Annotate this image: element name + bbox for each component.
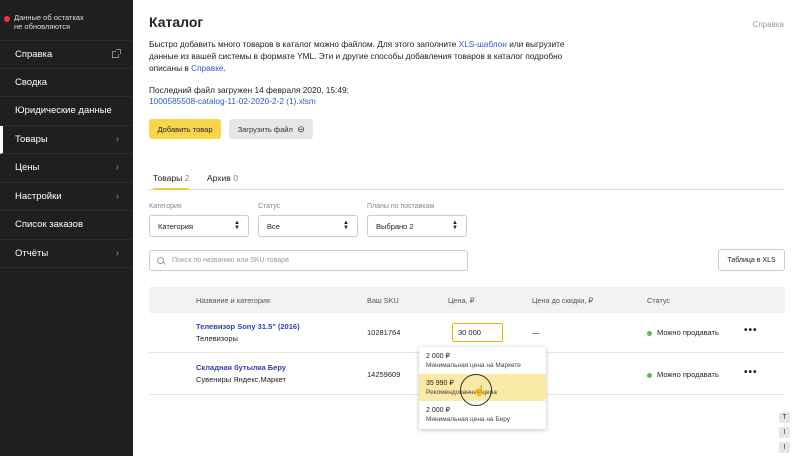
chevron-right-icon: › (115, 190, 119, 202)
external-link-icon (112, 48, 121, 58)
column-header: Ваш SKU (367, 296, 399, 305)
suggestion-description: Минимальная цена на Маркете (426, 362, 521, 369)
search-placeholder: Поиск по названию или SKU товара (172, 257, 289, 264)
product-category: Телевизоры (196, 334, 238, 343)
column-header: Название и категория (196, 296, 270, 305)
product-sku: 14259609 (367, 370, 401, 379)
sidebar-item-summary[interactable]: Сводка (0, 69, 133, 97)
help-link[interactable]: Справка (753, 20, 784, 29)
upload-file-button[interactable]: Загрузить файл ⊘ (229, 119, 313, 139)
tab-products[interactable]: Товары 2 (153, 173, 190, 190)
product-sku: 10281764 (367, 328, 401, 337)
tab-label: Товары (153, 173, 183, 183)
status-filter-label: Статус (258, 203, 281, 210)
stock-status-alert: Данные об остатках не обновляются (0, 0, 133, 40)
chevron-right-icon: › (115, 247, 119, 259)
sidebar-item-orders[interactable]: Список заказов (0, 211, 133, 240)
sidebar-item-prices[interactable]: Цены › (0, 154, 133, 183)
hand-cursor-icon: ☝ (473, 386, 486, 397)
side-toolbar: T I I (779, 412, 790, 456)
chevron-right-icon: › (115, 133, 119, 145)
tab-count: 0 (233, 173, 238, 183)
last-file-link[interactable]: 1000585508-catalog-11-02-2020-2-2 (1).xl… (149, 96, 316, 106)
intro-text: Быстро добавить много товаров в каталог … (149, 38, 579, 74)
side-button[interactable]: T (779, 412, 790, 423)
old-price: — (532, 328, 540, 337)
side-button[interactable]: I (779, 442, 790, 453)
intro-text-part: Быстро добавить много товаров в каталог … (149, 39, 459, 49)
status-badge: Можно продавать (647, 370, 719, 379)
sidebar-item-label: Сводка (15, 76, 48, 88)
paperclip-icon: ⊘ (294, 122, 308, 135)
plans-filter-label: Планы по поставкам (367, 203, 435, 210)
main-content: Каталог Справка Быстро добавить много то… (133, 0, 800, 456)
sidebar-item-reports[interactable]: Отчёты › (0, 240, 133, 268)
category-select[interactable]: Категория ▲ ▼ (149, 215, 249, 237)
column-header: Статус (647, 296, 671, 305)
sidebar-item-label: Список заказов (15, 219, 84, 231)
select-arrows-icon: ▲ ▼ (234, 220, 240, 231)
stock-status-text: Данные об остатках не обновляются (14, 13, 84, 31)
table-header: Название и категория Ваш SKU Цена, ₽ Цен… (149, 287, 785, 313)
plans-select[interactable]: Выбрано 2 ▲ ▼ (367, 215, 467, 237)
export-xls-button[interactable]: Таблица в XLS (718, 249, 785, 271)
help-article-link[interactable]: Справке (191, 63, 223, 73)
more-actions-button[interactable]: ••• (744, 367, 758, 378)
sidebar-item-label: Товары (15, 133, 48, 145)
product-name-link[interactable]: Складная бутылка Беру (196, 363, 286, 372)
chevron-right-icon: › (115, 162, 119, 174)
tab-archive[interactable]: Архив 0 (207, 173, 238, 190)
last-file-info: Последний файл загружен 14 февраля 2020,… (149, 85, 349, 107)
xls-template-link[interactable]: XLS-шаблон (459, 39, 507, 49)
tabs: Товары 2 Архив 0 (149, 168, 784, 190)
status-text: Можно продавать (657, 370, 719, 379)
last-file-label: Последний файл загружен 14 февраля 2020,… (149, 85, 349, 95)
sidebar-item-label: Отчёты (15, 247, 49, 259)
column-header: Цена до скидки, ₽ (532, 296, 594, 305)
add-product-button[interactable]: Добавить товар (149, 119, 221, 139)
more-actions-button[interactable]: ••• (744, 325, 758, 336)
status-dot-icon (647, 372, 652, 378)
category-select-value: Категория (158, 221, 194, 231)
price-suggestion-option[interactable]: 2 000 ₽ Минимальная цена на Маркете (419, 347, 546, 374)
side-button[interactable]: I (779, 427, 790, 438)
intro-text-part: . (223, 63, 226, 73)
sidebar-item-products[interactable]: Товары › (0, 125, 133, 154)
price-input[interactable]: 30 000 (452, 323, 503, 342)
sidebar-item-label: Юридические данные (15, 105, 112, 117)
plans-select-value: Выбрано 2 (376, 221, 414, 231)
suggestion-description: Минимальная цена на Беру (426, 416, 511, 423)
status-select-value: Все (267, 221, 280, 231)
status-badge: Можно продавать (647, 328, 719, 337)
status-select[interactable]: Все ▲ ▼ (258, 215, 358, 237)
sidebar-item-label: Справка (15, 48, 53, 60)
sidebar-item-settings[interactable]: Настройки › (0, 183, 133, 211)
tab-count: 2 (184, 173, 190, 183)
status-text: Можно продавать (657, 328, 719, 337)
price-suggestion-option[interactable]: 2 000 ₽ Минимальная цена на Беру (419, 401, 546, 428)
sidebar-item-label: Настройки (15, 190, 62, 202)
select-arrows-icon: ▲ ▼ (343, 220, 349, 231)
suggestion-price: 2 000 ₽ (426, 407, 450, 414)
page-title: Каталог (149, 14, 204, 30)
sidebar-item-legal[interactable]: Юридические данные (0, 97, 133, 126)
upload-file-label: Загрузить файл (237, 124, 293, 134)
status-dot-icon (647, 330, 652, 336)
product-category: Сувениры Яндекс.Маркет (196, 375, 286, 384)
sidebar: Данные об остатках не обновляются Справк… (0, 0, 133, 456)
search-input[interactable]: Поиск по названию или SKU товара (149, 250, 468, 271)
tab-label: Архив (207, 173, 231, 183)
alert-dot-icon (4, 16, 10, 22)
search-icon (157, 257, 164, 264)
product-name-link[interactable]: Телевизор Sony 31.5" (2016) (196, 322, 300, 331)
select-arrows-icon: ▲ ▼ (452, 220, 458, 231)
sidebar-item-help[interactable]: Справка (0, 40, 133, 69)
suggestion-price: 2 000 ₽ (426, 353, 450, 360)
column-header: Цена, ₽ (448, 296, 475, 305)
sidebar-item-label: Цены (15, 162, 40, 174)
category-filter-label: Категория (149, 203, 182, 210)
